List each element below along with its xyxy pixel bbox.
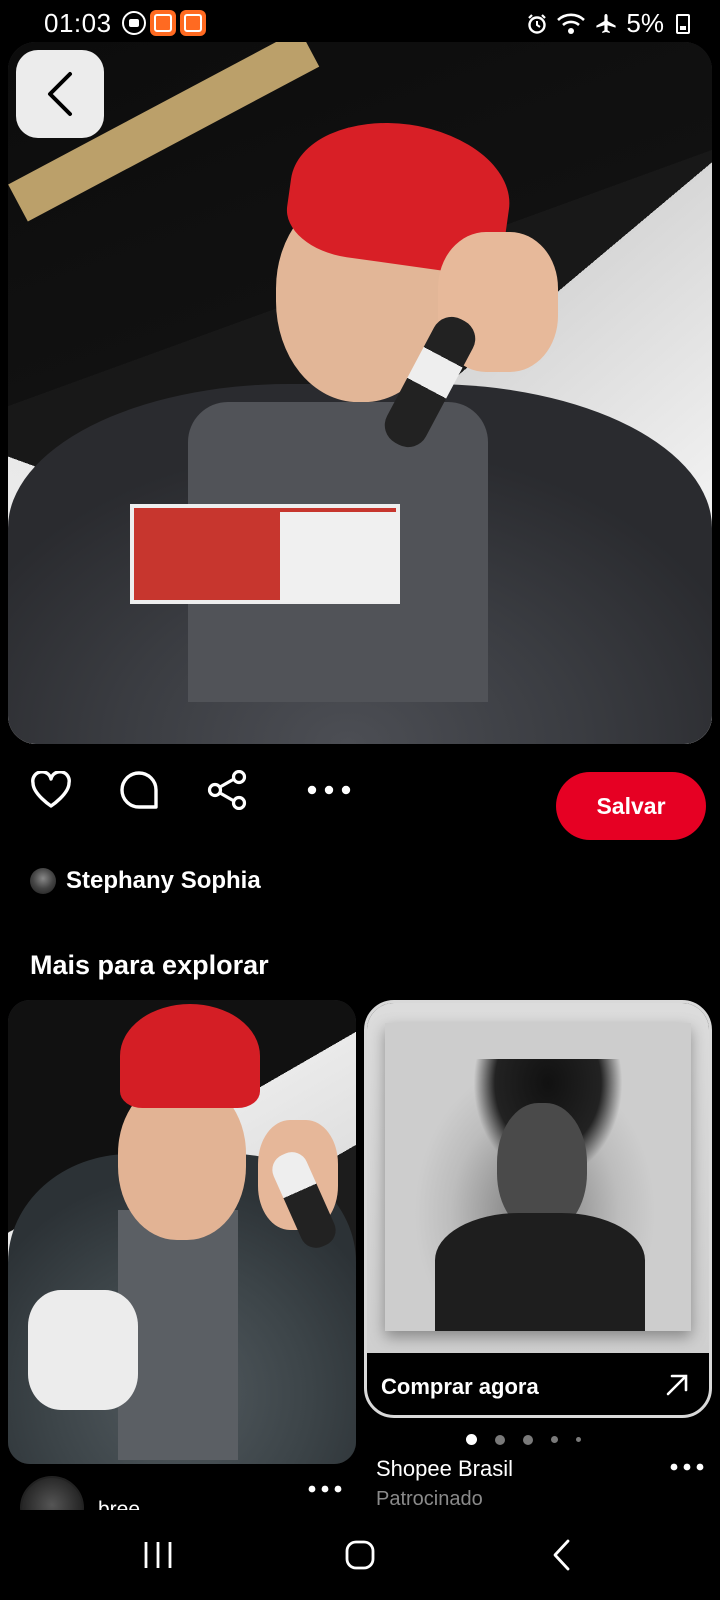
comment-button[interactable] [116,767,162,813]
system-back-button[interactable] [532,1532,592,1578]
notification-icons [122,10,206,36]
like-button[interactable] [28,767,74,813]
status-time: 01:03 [44,8,112,38]
comment-bubble-icon [120,771,158,809]
heart-icon [31,771,71,808]
more-options-button[interactable] [306,767,352,813]
image-detail [120,1004,260,1108]
recent-apps-button[interactable] [128,1532,188,1578]
shop-now-button[interactable]: Comprar agora [367,1353,709,1415]
app-notification-icon [150,10,176,36]
image-detail [385,1023,691,1331]
share-button[interactable] [204,767,250,813]
carousel-dot[interactable] [466,1434,477,1445]
pin-image[interactable] [8,42,712,744]
system-navigation-bar [0,1510,720,1600]
pin-author[interactable]: Stephany Sophia [30,866,261,896]
home-button[interactable] [330,1532,390,1578]
carousel-dot[interactable] [576,1437,581,1442]
sponsored-pin-meta: Shopee Brasil Patrocinado [376,1456,712,1511]
share-icon [207,770,247,810]
more-horizontal-icon[interactable] [308,1484,342,1494]
recent-apps-icon [144,1542,172,1568]
wifi-icon [557,13,586,34]
carousel-dot[interactable] [523,1434,533,1445]
arrow-up-right-icon [666,1374,688,1396]
image-detail [435,1213,645,1331]
image-detail [280,512,400,602]
image-detail [28,1290,138,1410]
chevron-left-icon [553,1539,570,1571]
save-button[interactable]: Salvar [556,772,706,840]
status-indicators: 5% [526,8,664,39]
status-bar: 01:03 5% [0,0,720,46]
ad-image [367,1003,709,1353]
back-button[interactable] [16,50,104,138]
airplane-mode-icon [596,13,617,33]
related-pin-card[interactable] [8,1000,356,1464]
sponsored-pin-card[interactable]: Comprar agora [364,1000,712,1418]
alarm-icon [528,13,547,34]
screen-record-icon [122,11,146,35]
author-name[interactable]: Stephany Sophia [66,867,261,895]
battery-icon [676,14,690,34]
sponsored-label: Patrocinado [376,1488,483,1510]
more-horizontal-icon [307,785,351,795]
avatar[interactable] [30,868,56,894]
carousel-dot[interactable] [495,1434,505,1445]
section-title: Mais para explorar [30,950,269,980]
carousel-dot[interactable] [551,1436,558,1443]
home-icon [345,1540,375,1570]
more-horizontal-icon[interactable] [670,1462,704,1472]
advertiser-name[interactable]: Shopee Brasil [376,1456,712,1482]
app-notification-icon [180,10,206,36]
carousel-indicator [466,1434,581,1445]
related-pin-meta: bree [20,1476,350,1540]
battery-percent: 5% [626,8,664,38]
chevron-left-icon [48,72,72,116]
